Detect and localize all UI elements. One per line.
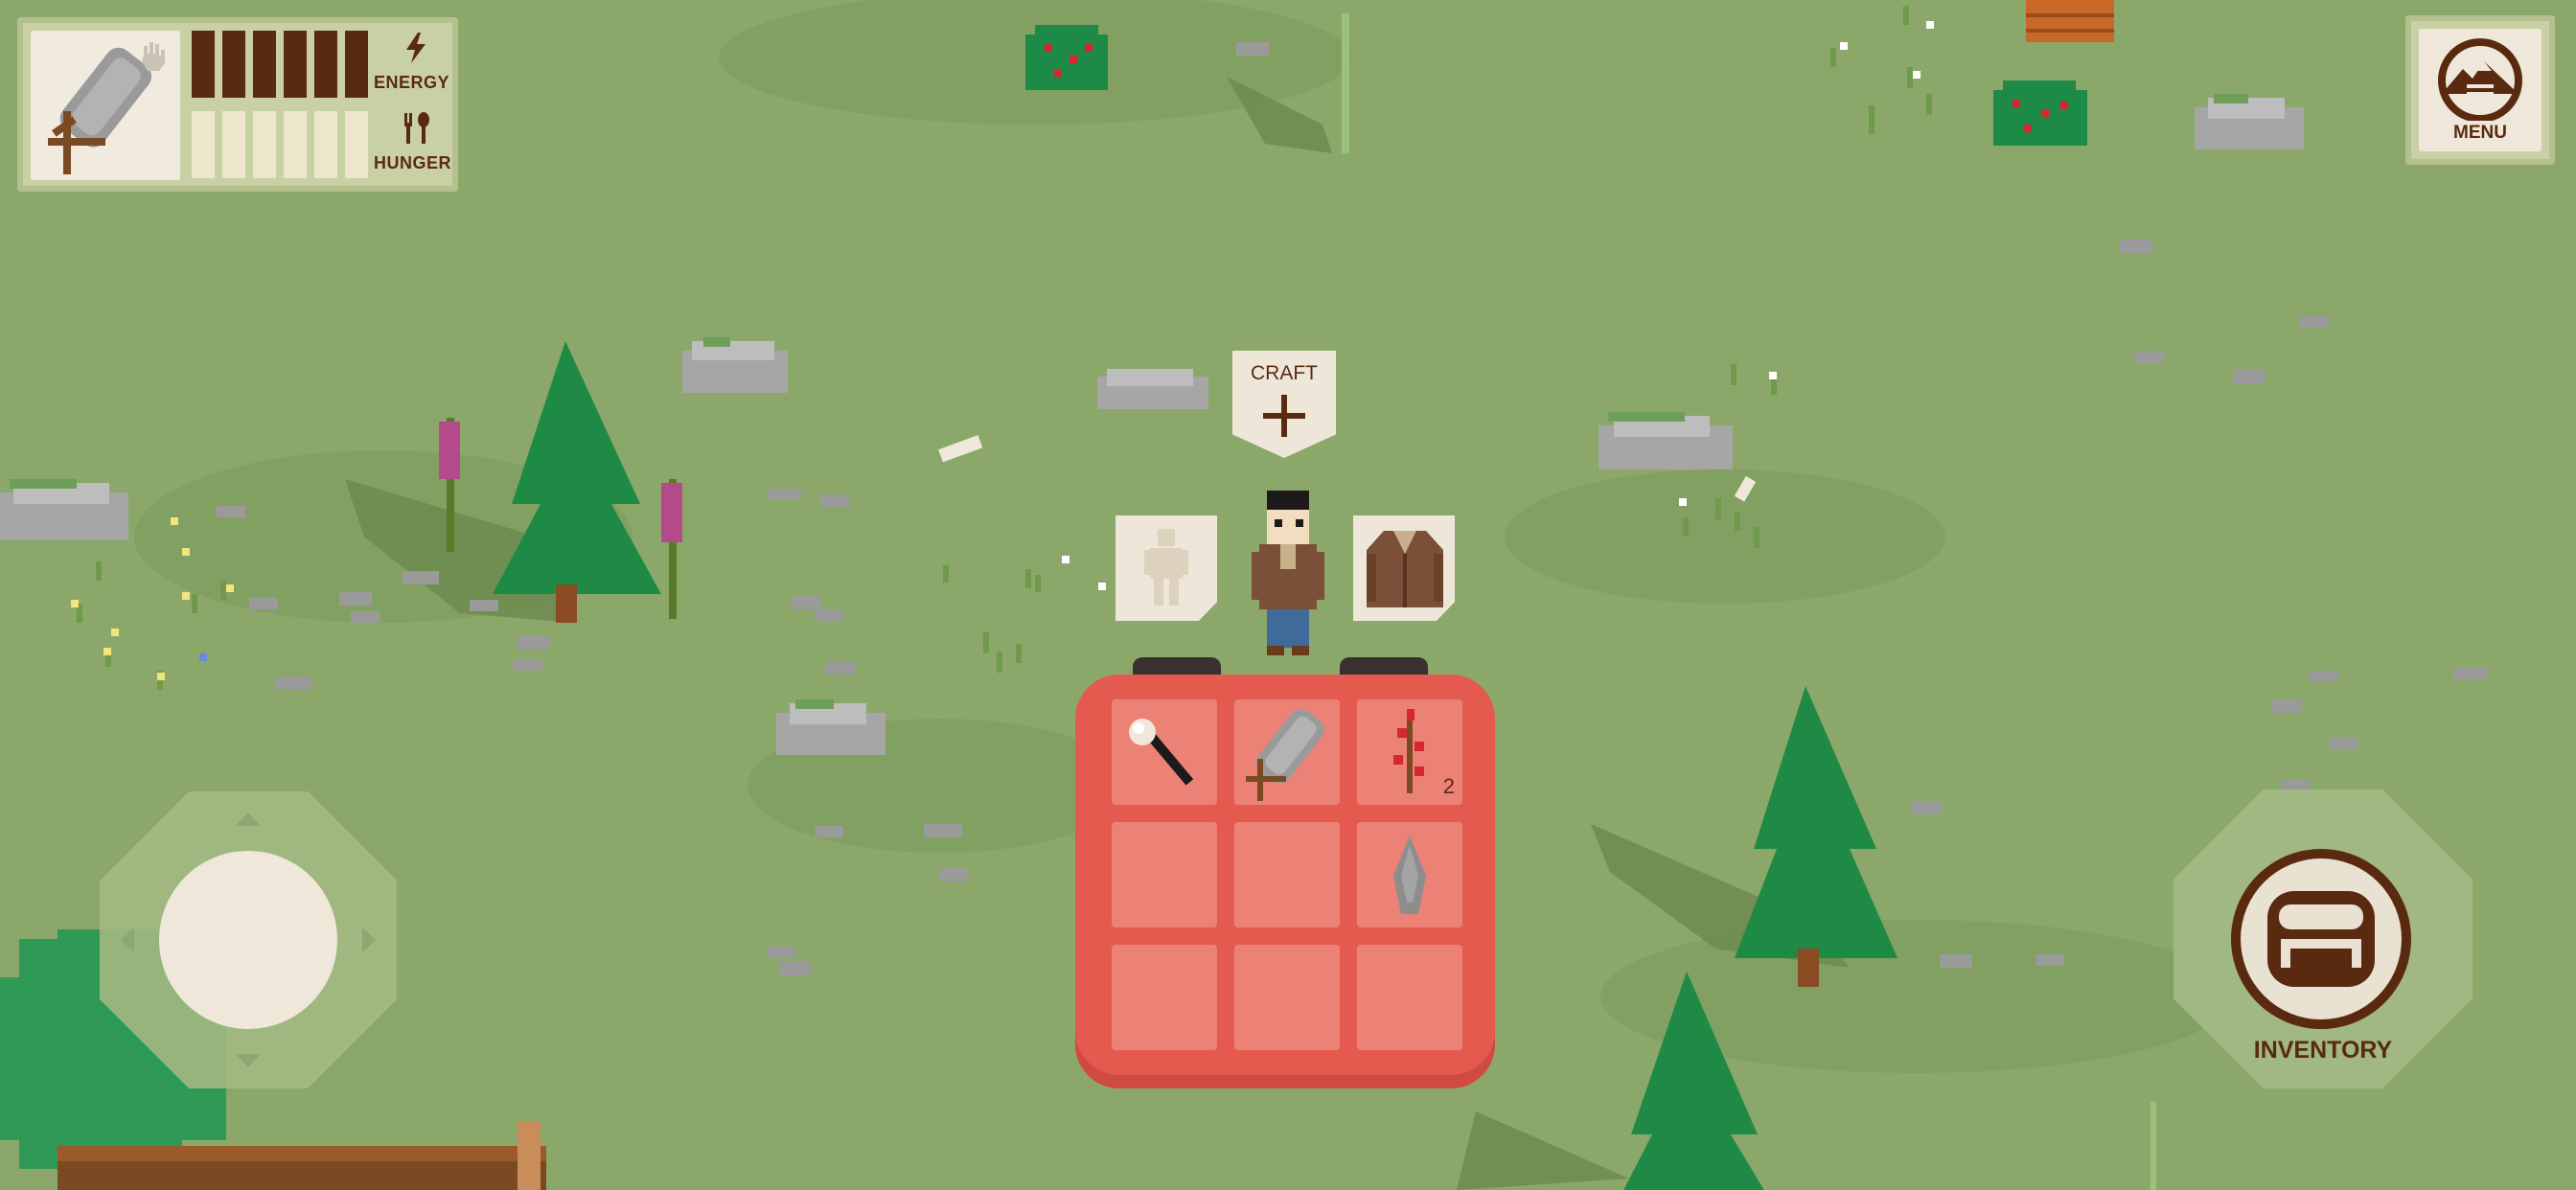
energy-bar-segment: [284, 31, 307, 98]
boulder: [2195, 94, 2304, 149]
hunger-bar-segment: [314, 111, 337, 178]
arrow-down-icon: [236, 1054, 261, 1067]
body-silhouette-icon: [1144, 529, 1188, 606]
lightning-icon: [406, 33, 426, 63]
stats-panel: ENERGY HUNGER: [17, 17, 458, 192]
backpack-slot-4[interactable]: [1112, 822, 1217, 927]
energy-label: ENERGY: [374, 73, 450, 92]
flint-shard-icon: [1393, 835, 1426, 914]
menu-button-face: MENU: [2419, 29, 2542, 151]
backpack-slot-5[interactable]: [1234, 822, 1340, 927]
equipped-item-slot[interactable]: [31, 31, 180, 180]
hand-icon: [142, 42, 165, 71]
hunger-bar-segment: [253, 111, 276, 178]
craft-label: CRAFT: [1251, 362, 1318, 384]
arrow-up-icon: [236, 812, 261, 826]
backpack-icon: [2267, 891, 2375, 987]
boulder: [1097, 369, 1208, 409]
pine-tree: [1735, 686, 1898, 987]
backpack-slot-9[interactable]: [1357, 945, 1462, 1050]
menu-button[interactable]: MENU: [2405, 15, 2555, 165]
inventory-button[interactable]: [2231, 849, 2411, 1029]
backpack-slot-2[interactable]: [1234, 699, 1340, 805]
joystick-knob[interactable]: [159, 851, 337, 1029]
hunger-bar-segment: [284, 111, 307, 178]
backpack-slot-7[interactable]: [1112, 945, 1217, 1050]
energy-bar-segment: [192, 31, 215, 98]
torch-icon: [1129, 719, 1194, 786]
hunger-bar-segment: [345, 111, 368, 178]
player-character: [1252, 491, 1324, 655]
berry-bush: [1025, 25, 1108, 90]
backpack-strap: [1133, 657, 1221, 676]
backpack-strap: [1340, 657, 1428, 676]
backpack-slot-6[interactable]: [1357, 822, 1462, 927]
backpack-slot-8[interactable]: [1234, 945, 1340, 1050]
hunger-bar-segment: [222, 111, 245, 178]
berry-bush: [1993, 80, 2087, 146]
backpack-slot-1[interactable]: [1112, 699, 1217, 805]
stone-axe-icon: [1246, 708, 1324, 801]
inventory-button-face: [2241, 858, 2402, 1019]
boulder: [0, 479, 128, 540]
arrow-left-icon: [121, 927, 134, 952]
plus-icon: [1263, 395, 1305, 437]
wooden-crate: [2026, 0, 2114, 42]
backpack-panel: 2: [1075, 675, 1495, 1088]
body-equip-slot[interactable]: [1116, 515, 1217, 621]
stat-bars: [192, 31, 380, 180]
energy-bar-segment: [253, 31, 276, 98]
jacket-icon: [1367, 531, 1443, 607]
hunger-label: HUNGER: [374, 153, 452, 172]
fork-spoon-icon: [404, 112, 429, 144]
energy-bar-segment: [345, 31, 368, 98]
hunger-bar-segment: [192, 111, 215, 178]
boulder: [776, 699, 886, 755]
menu-label: MENU: [2453, 123, 2507, 143]
energy-bar-segment: [222, 31, 245, 98]
item-count: 2: [1442, 774, 1455, 798]
arrow-right-icon: [362, 927, 376, 952]
boulder: [1598, 412, 1733, 469]
energy-bar-segment: [314, 31, 337, 98]
inventory-label: INVENTORY: [2253, 1037, 2393, 1064]
boulder: [682, 337, 788, 393]
jacket-equip-slot[interactable]: [1353, 515, 1455, 621]
backpack-slot-3[interactable]: 2: [1357, 699, 1462, 805]
mountain-menu-icon: [2438, 38, 2522, 121]
